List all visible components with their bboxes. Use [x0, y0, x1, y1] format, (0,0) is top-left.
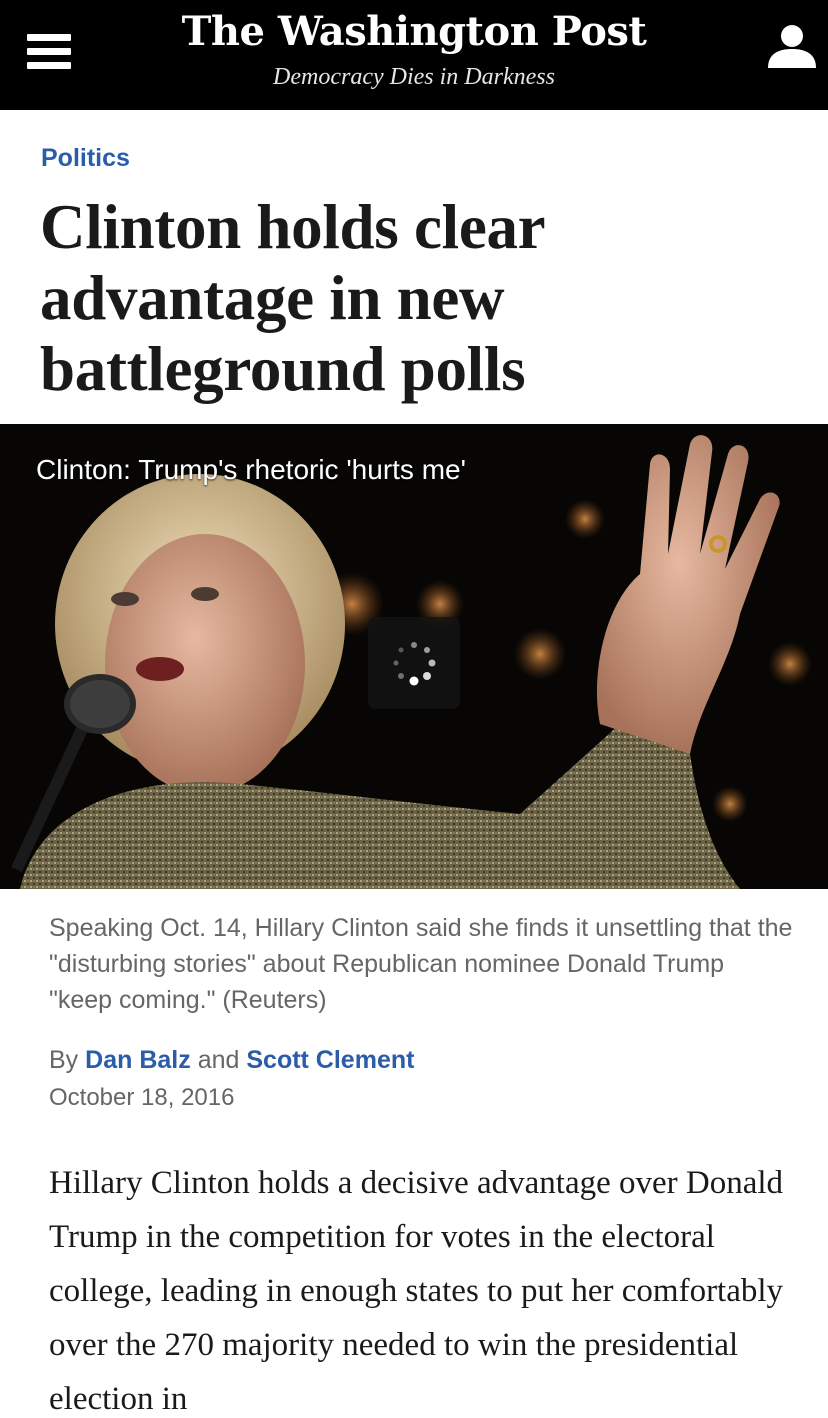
byline-joiner: and — [197, 1046, 240, 1074]
article-body-paragraph: Hillary Clinton holds a decisive advanta… — [49, 1165, 784, 1417]
byline-prefix: By — [49, 1046, 79, 1074]
article-headline: Clinton holds clear advantage in new bat… — [40, 192, 545, 404]
loading-indicator — [368, 617, 460, 709]
loading-spinner-icon — [393, 642, 436, 686]
publish-date: October 18, 2016 — [49, 1084, 235, 1111]
tagline: Democracy Dies in Darkness — [273, 64, 555, 90]
section-link-politics[interactable]: Politics — [41, 144, 130, 173]
byline: By Dan Balz and Scott Clement — [49, 1046, 414, 1075]
top-bar: The Washington Post Democracy Dies in Da… — [0, 0, 828, 110]
video-title: Clinton: Trump's rhetoric 'hurts me' — [36, 454, 466, 485]
author-link-dan-balz[interactable]: Dan Balz — [85, 1046, 191, 1074]
masthead-logo[interactable]: The Washington Post — [0, 8, 828, 55]
video-player[interactable]: Clinton: Trump's rhetoric 'hurts me' — [0, 424, 828, 889]
user-account-icon[interactable] — [766, 22, 818, 70]
video-caption: Speaking Oct. 14, Hillary Clinton said s… — [49, 914, 793, 1014]
author-link-scott-clement[interactable]: Scott Clement — [246, 1046, 414, 1074]
